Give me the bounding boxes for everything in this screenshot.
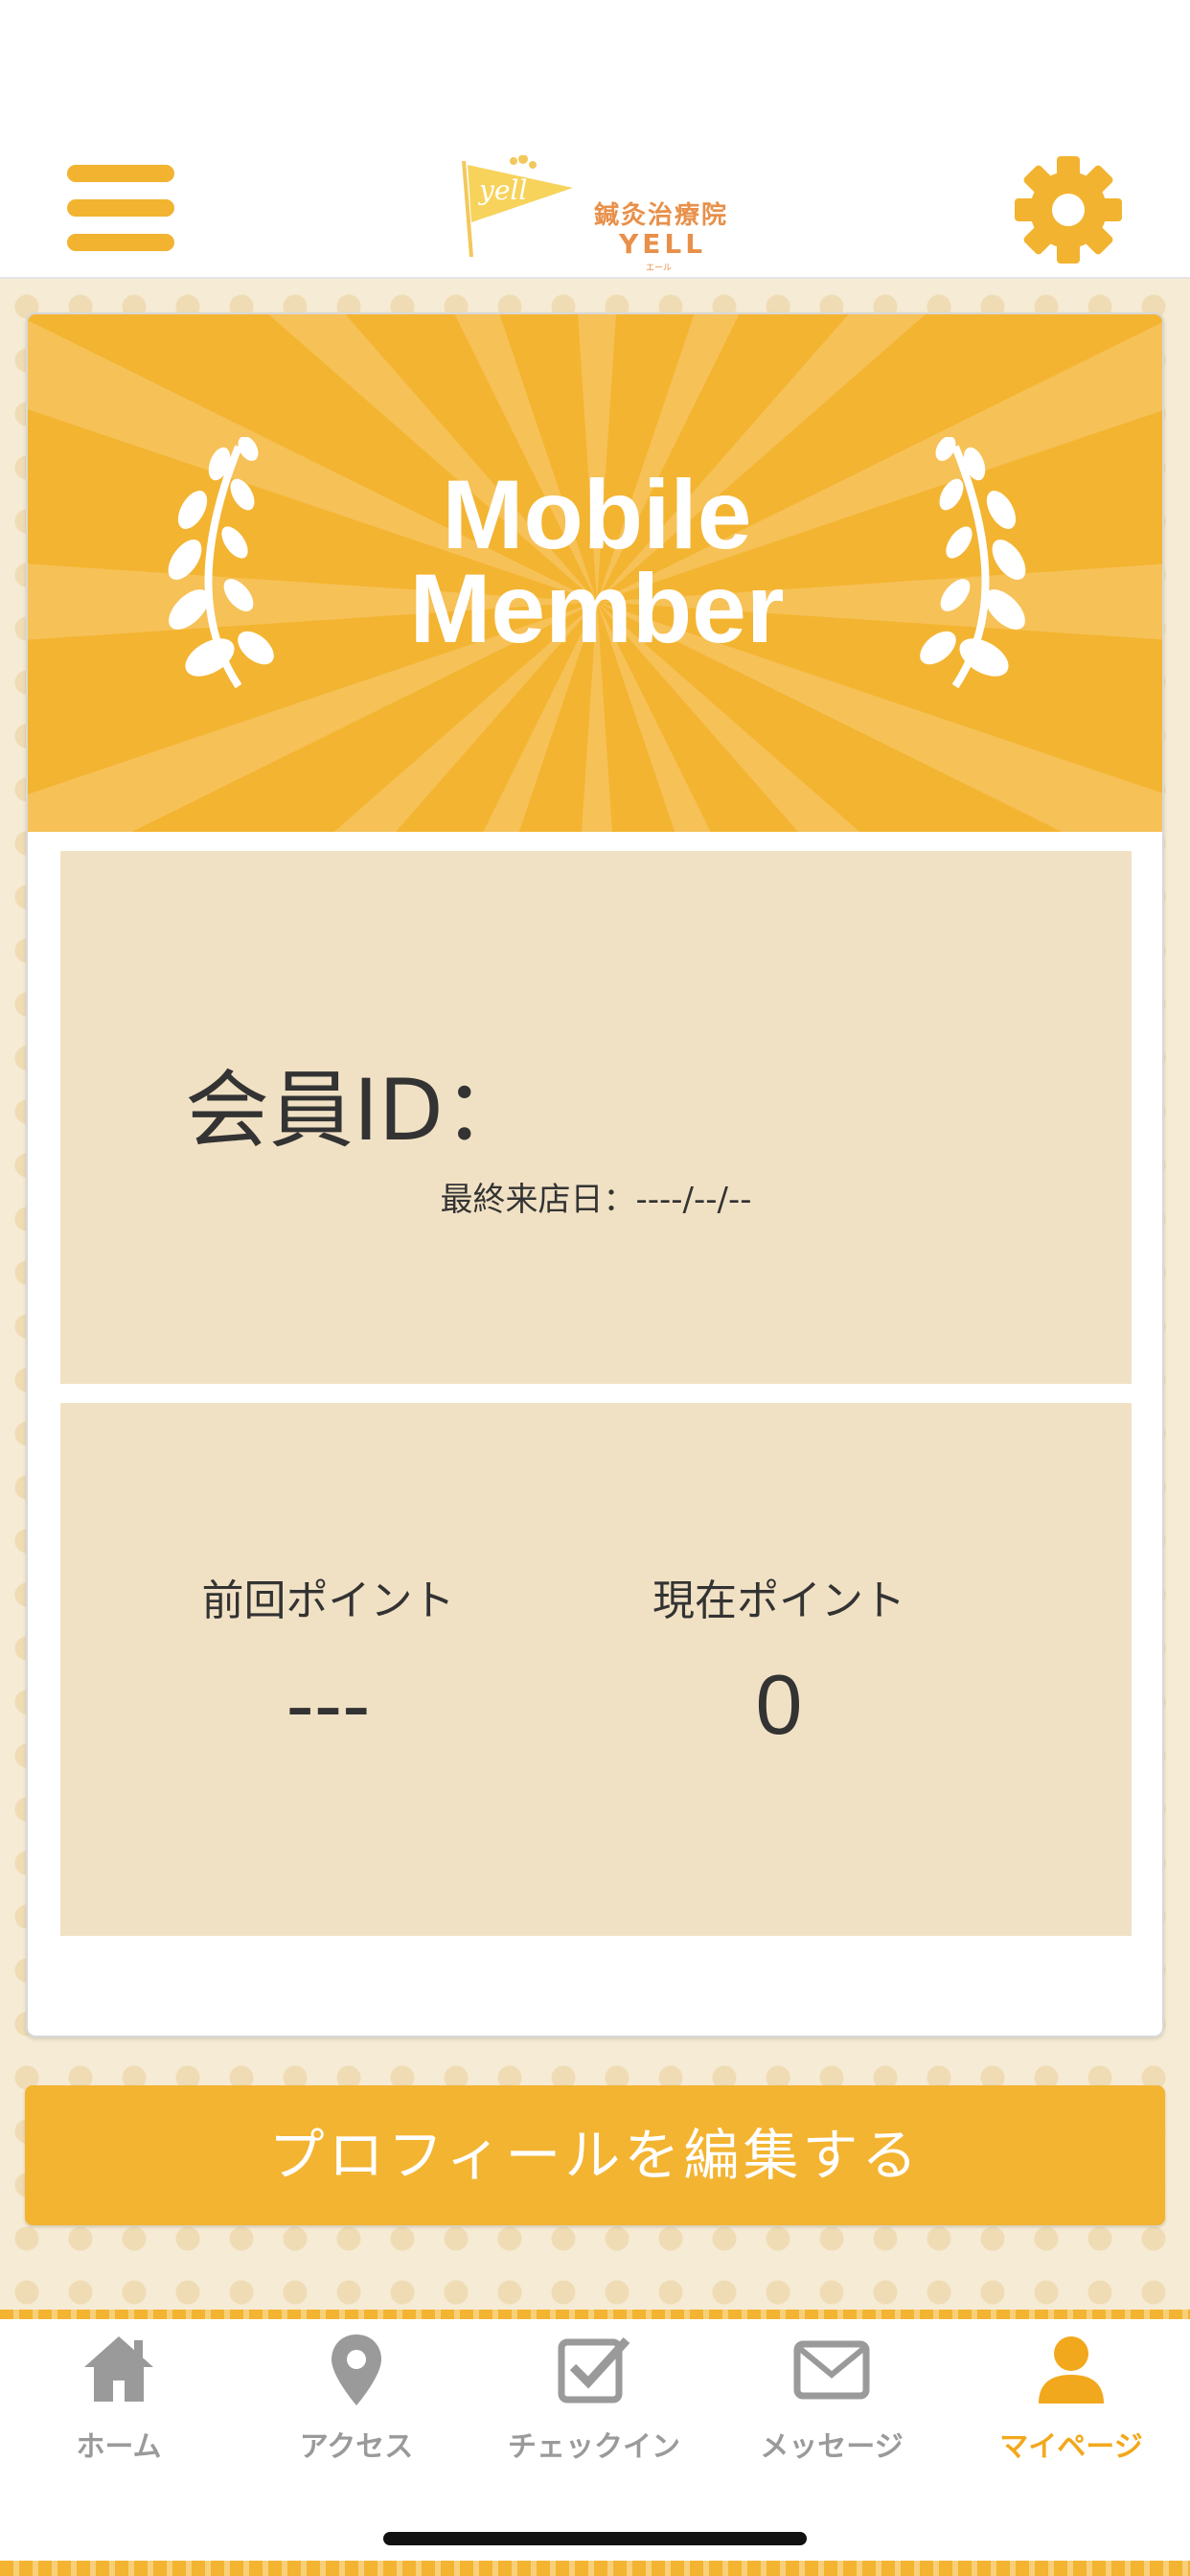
tabbar-stripe <box>0 2310 1190 2319</box>
tab-mypage-label: マイページ <box>999 2430 1143 2464</box>
gear-icon[interactable] <box>1014 155 1123 264</box>
member-card: Mobile Member 会員ID： 最終来店日：----/--/-- 前回ポ… <box>26 312 1164 2037</box>
logo-flag-icon: yell <box>462 155 573 258</box>
logo-text-en: YELL <box>619 228 707 260</box>
app-header: yell 鍼灸治療院 YELL エール <box>0 142 1190 279</box>
member-id-panel: 会員ID： 最終来店日：----/--/-- <box>60 851 1132 1384</box>
tab-checkin[interactable]: チェックイン <box>475 2319 713 2482</box>
map-pin-icon <box>332 2334 381 2405</box>
user-icon <box>1039 2336 1104 2404</box>
logo-text-jp: 鍼灸治療院 <box>594 201 729 230</box>
mail-icon <box>793 2340 870 2400</box>
current-points-label: 現在ポイント <box>652 1576 905 1625</box>
previous-points: 前回ポイント --- <box>60 1566 596 1754</box>
bottom-stripe <box>0 2561 1190 2576</box>
app-logo[interactable]: yell 鍼灸治療院 YELL エール <box>458 155 736 273</box>
status-bar <box>0 0 1190 142</box>
previous-points-value: --- <box>286 1657 371 1752</box>
current-points-value: 0 <box>755 1657 803 1752</box>
last-visit-date: 最終来店日：----/--/-- <box>440 1181 752 1219</box>
svg-text:yell: yell <box>477 174 527 206</box>
banner-title-line1: Mobile <box>442 460 752 569</box>
tab-access-label: アクセス <box>299 2430 414 2464</box>
tab-message[interactable]: メッセージ <box>713 2319 950 2482</box>
member-id-label: 会員ID： <box>185 1061 528 1160</box>
tab-message-label: メッセージ <box>760 2430 904 2464</box>
member-banner: Mobile Member <box>28 314 1162 832</box>
banner-title-line2: Member <box>409 554 785 663</box>
current-points: 現在ポイント 0 <box>539 1566 1018 1754</box>
tab-mypage[interactable]: マイページ <box>952 2319 1190 2482</box>
previous-points-label: 前回ポイント <box>201 1576 455 1625</box>
checkin-icon <box>558 2336 630 2404</box>
home-indicator[interactable] <box>383 2532 807 2545</box>
tab-access[interactable]: アクセス <box>238 2319 475 2482</box>
points-panel: 前回ポイント --- 現在ポイント 0 <box>60 1403 1132 1936</box>
menu-icon[interactable] <box>67 165 174 253</box>
edit-profile-button[interactable]: プロフィールを編集する <box>25 2085 1165 2225</box>
banner-title: Mobile Member <box>28 460 1162 663</box>
tab-checkin-label: チェックイン <box>508 2430 680 2464</box>
home-icon <box>84 2336 153 2402</box>
tab-home-label: ホーム <box>76 2430 162 2464</box>
tab-home[interactable]: ホーム <box>0 2319 238 2482</box>
logo-text-kana: エール <box>646 264 673 273</box>
